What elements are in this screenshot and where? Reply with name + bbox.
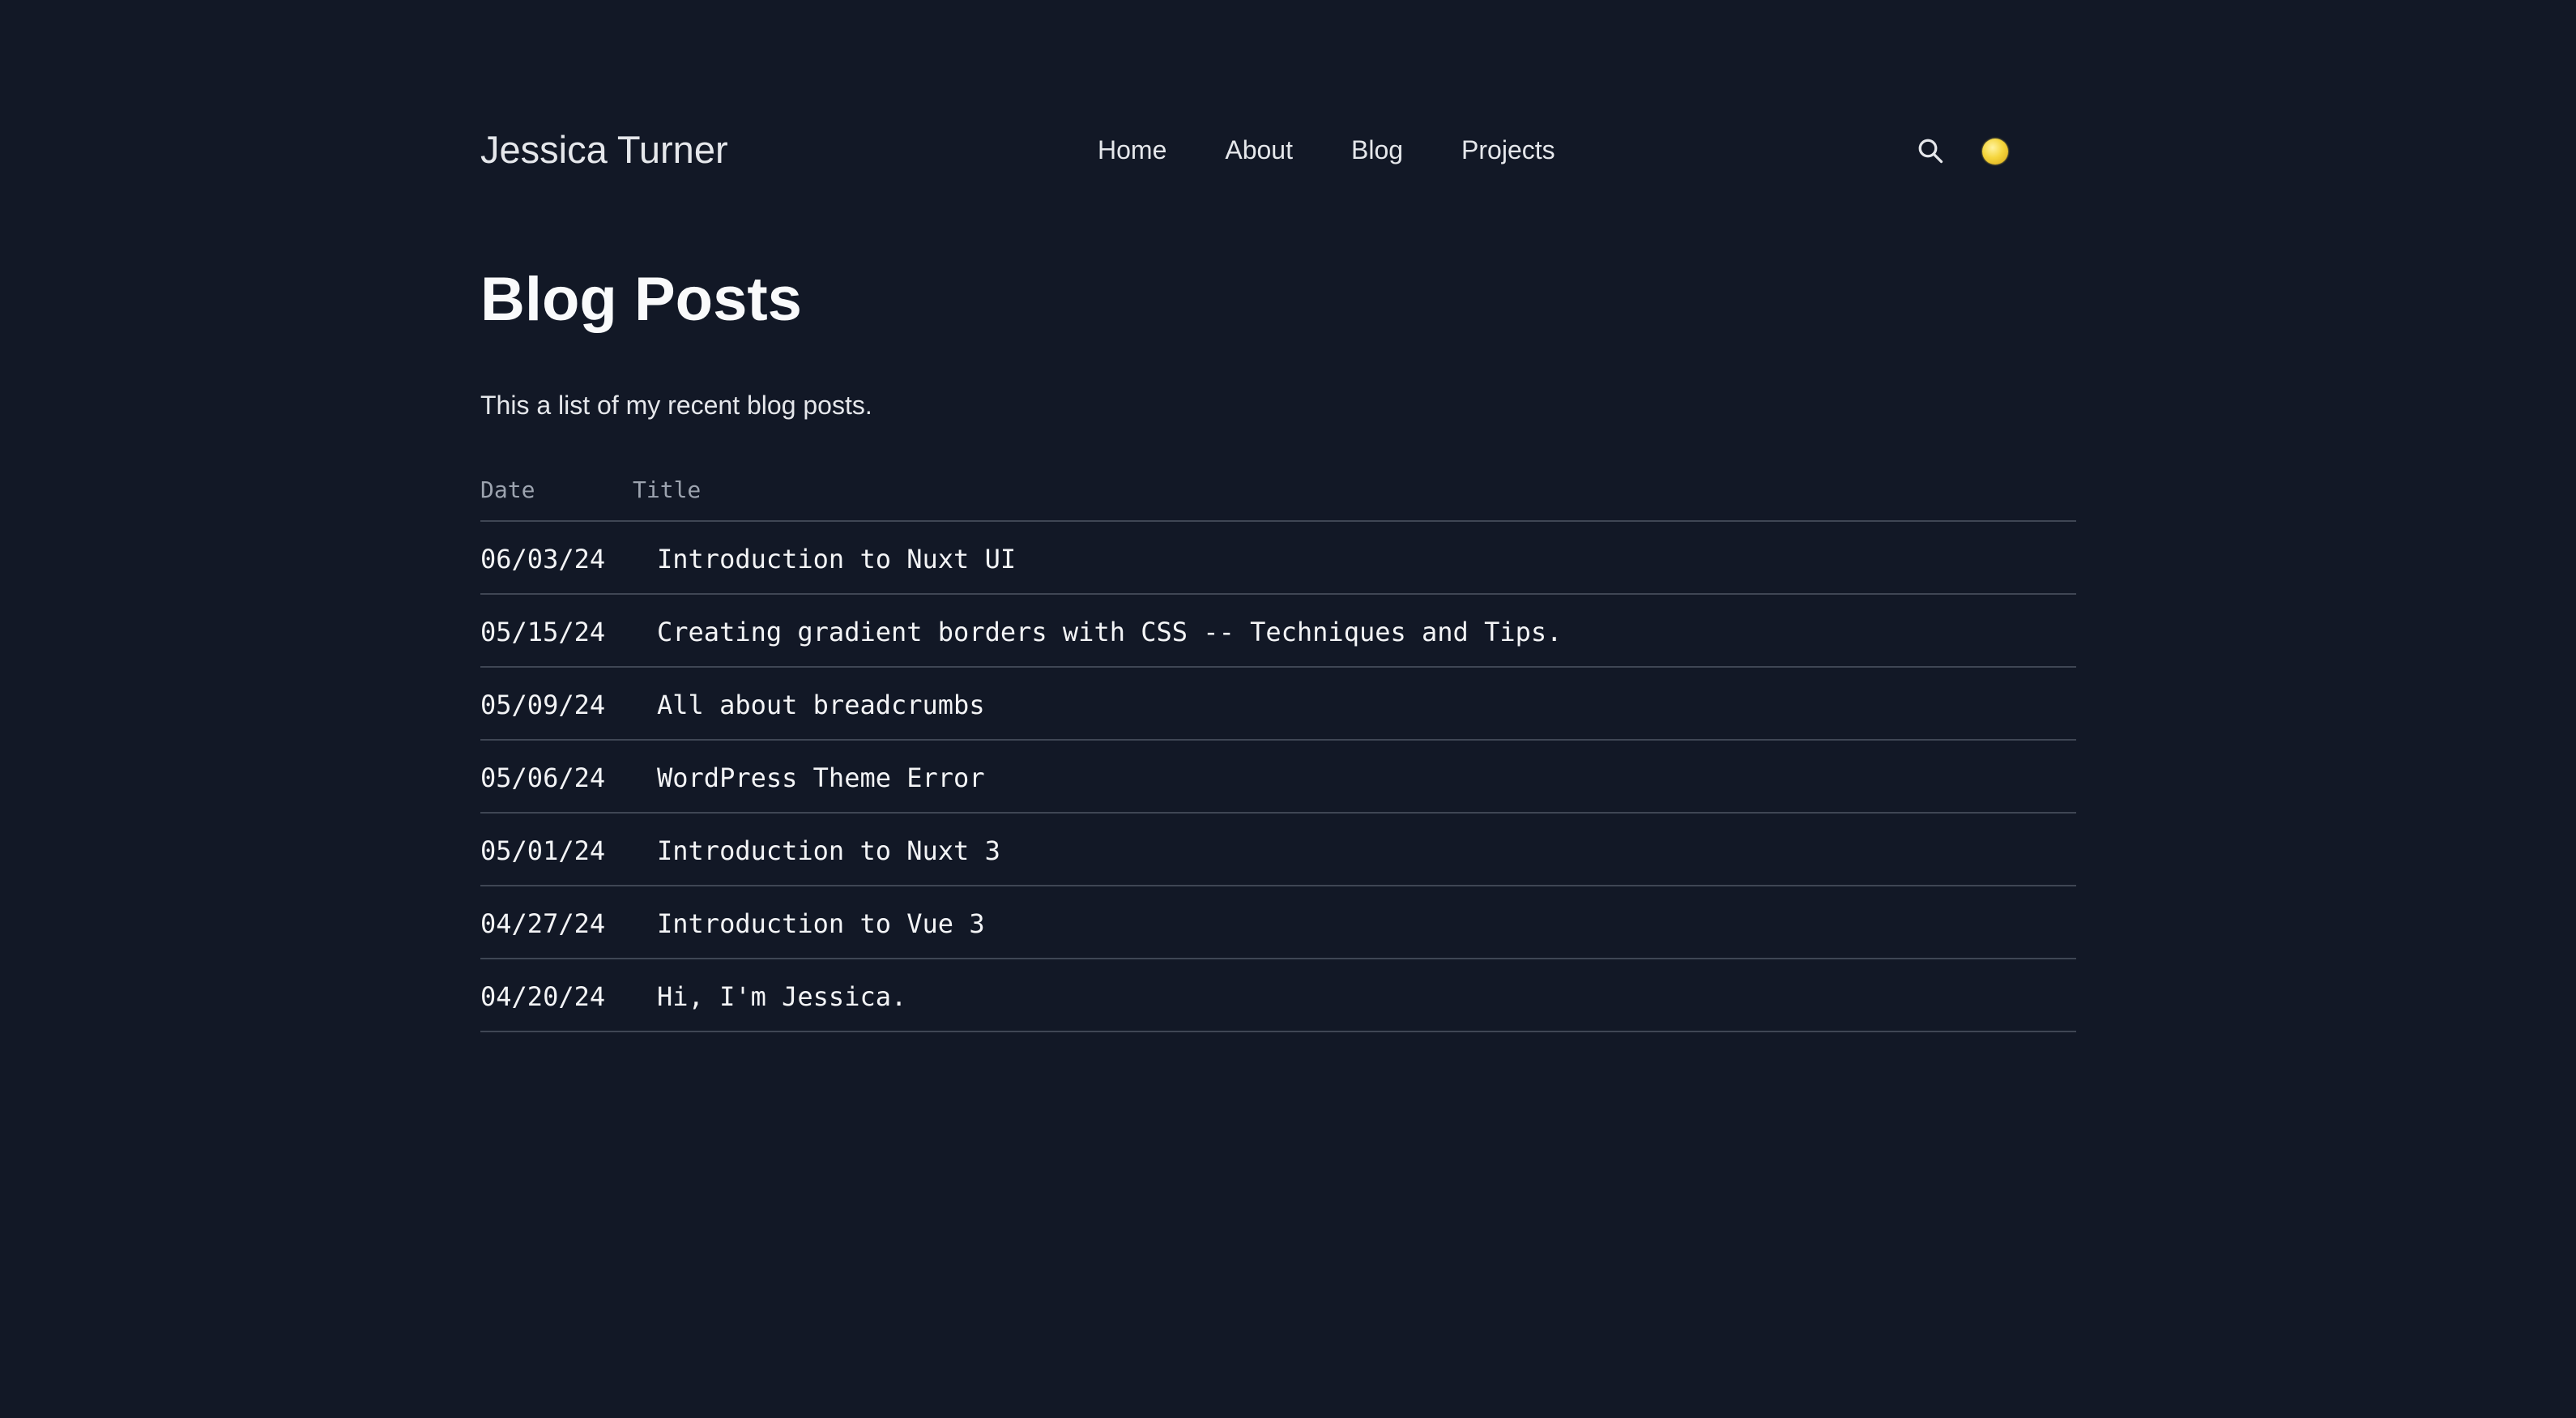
- search-icon: [1918, 139, 1943, 164]
- nav-link-about[interactable]: About: [1225, 134, 1293, 166]
- post-date: 05/01/24: [480, 835, 606, 866]
- post-title-link[interactable]: Introduction to Vue 3: [657, 908, 985, 940]
- main-nav: Home About Blog Projects: [1098, 134, 1555, 166]
- table-row[interactable]: 04/20/24 Hi, I'm Jessica.: [480, 959, 2076, 1032]
- post-title-link[interactable]: Introduction to Nuxt UI: [657, 543, 1016, 575]
- post-title-link[interactable]: Hi, I'm Jessica.: [657, 980, 906, 1013]
- post-date: 04/27/24: [480, 908, 606, 939]
- table-row[interactable]: 05/15/24 Creating gradient borders with …: [480, 595, 2076, 668]
- table-row[interactable]: 05/01/24 Introduction to Nuxt 3: [480, 814, 2076, 886]
- table-row[interactable]: 05/06/24 WordPress Theme Error: [480, 741, 2076, 814]
- page-title: Blog Posts: [480, 265, 802, 334]
- post-date: 06/03/24: [480, 544, 606, 574]
- post-date: 05/09/24: [480, 690, 606, 720]
- theme-toggle-button[interactable]: [1981, 138, 2009, 165]
- sun-icon: [1982, 139, 2008, 164]
- post-date: 05/06/24: [480, 762, 606, 793]
- table-header: Date Title: [480, 470, 2076, 522]
- nav-link-blog[interactable]: Blog: [1351, 134, 1403, 166]
- post-title-link[interactable]: Introduction to Nuxt 3: [657, 835, 1000, 867]
- post-title-link[interactable]: Creating gradient borders with CSS -- Te…: [657, 616, 1562, 648]
- table-row[interactable]: 04/27/24 Introduction to Vue 3: [480, 886, 2076, 959]
- site-name-link[interactable]: Jessica Turner: [480, 126, 728, 173]
- site-header: Jessica Turner Home About Blog Projects: [480, 122, 2076, 178]
- nav-link-home[interactable]: Home: [1098, 134, 1166, 166]
- post-title-link[interactable]: WordPress Theme Error: [657, 762, 985, 794]
- table-row[interactable]: 05/09/24 All about breadcrumbs: [480, 668, 2076, 741]
- column-header-title: Title: [633, 476, 702, 503]
- column-header-date: Date: [480, 476, 535, 503]
- search-button[interactable]: [1916, 136, 1945, 165]
- post-date: 05/15/24: [480, 617, 606, 647]
- table-row[interactable]: 06/03/24 Introduction to Nuxt UI: [480, 522, 2076, 595]
- post-date: 04/20/24: [480, 981, 606, 1012]
- page-intro: This a list of my recent blog posts.: [480, 391, 872, 420]
- post-title-link[interactable]: All about breadcrumbs: [657, 689, 985, 721]
- posts-table: Date Title 06/03/24 Introduction to Nuxt…: [480, 470, 2076, 1032]
- nav-link-projects[interactable]: Projects: [1461, 134, 1555, 166]
